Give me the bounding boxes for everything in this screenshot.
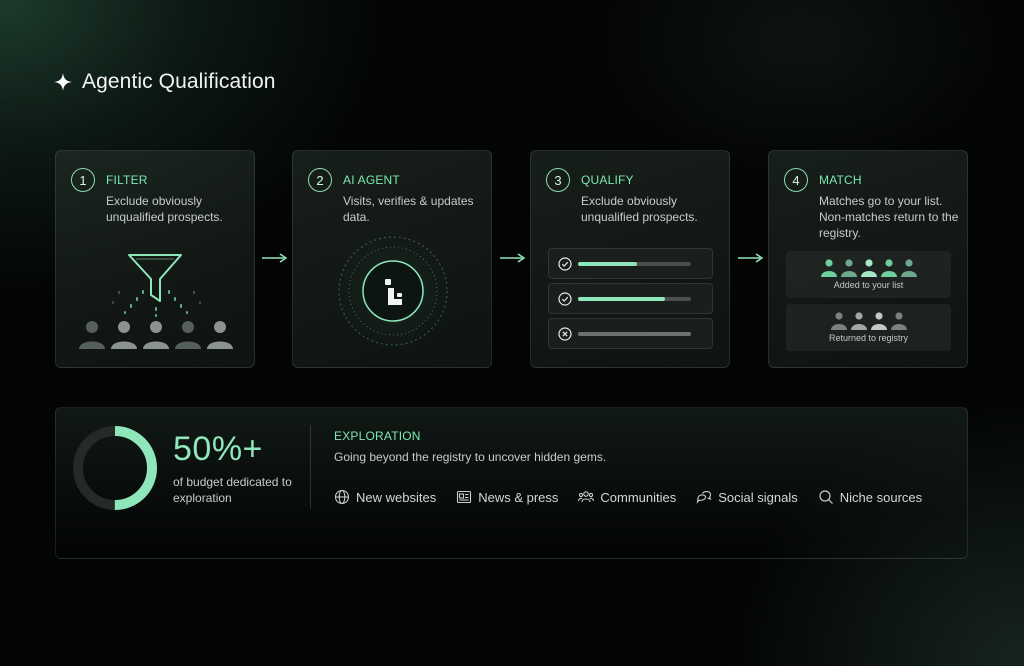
arrow-right-icon (262, 253, 288, 263)
source-list: New websites News & press Communities So… (334, 489, 922, 505)
sparkle-icon (54, 73, 72, 91)
added-to-list-box: Added to your list (786, 251, 951, 298)
people-row (79, 321, 233, 349)
qualify-row (548, 283, 713, 314)
stat-description: of budget dedicated to exploration (173, 475, 292, 505)
people-group-icon (831, 312, 907, 330)
funnel-illustration (79, 254, 233, 349)
step-card-qualify: 3 QUALIFY Exclude obviously unqualified … (530, 150, 730, 368)
step-number: 4 (784, 168, 808, 192)
exploration-label: EXPLORATION (334, 429, 421, 443)
people-group-icon (821, 259, 917, 277)
step-number: 3 (546, 168, 570, 192)
divider (310, 425, 311, 509)
qualify-row (548, 318, 713, 349)
source-label: New websites (356, 489, 437, 505)
step-label: MATCH (819, 173, 862, 187)
chat-bubbles-icon (696, 491, 712, 504)
newspaper-icon (457, 490, 472, 504)
arrow-right-icon (500, 253, 526, 263)
step-description: Exclude obviously unqualified prospects. (581, 194, 698, 224)
added-label: Added to your list (833, 280, 904, 290)
source-social-signals: Social signals (696, 489, 798, 505)
filter-drops (112, 290, 201, 317)
step-label: QUALIFY (581, 173, 634, 187)
arrow-right-icon (738, 253, 764, 263)
exploration-panel: 50%+ of budget dedicated to exploration … (55, 407, 968, 559)
source-niche-sources: Niche sources (818, 489, 922, 505)
source-new-websites: New websites (334, 489, 436, 505)
people-icon (578, 491, 595, 503)
search-icon (819, 490, 833, 504)
progress-fill (578, 297, 665, 301)
returned-to-registry-box: Returned to registry (786, 304, 951, 351)
x-icon (558, 327, 572, 341)
budget-donut (73, 426, 157, 510)
progress-bar (578, 262, 691, 266)
exploration-description: Going beyond the registry to uncover hid… (334, 450, 607, 464)
source-label: Communities (600, 489, 677, 505)
step-description: Matches go to your list. Non-matches ret… (819, 194, 959, 240)
step-card-ai-agent: 2 AI AGENT Visits, verifies & updates da… (292, 150, 492, 368)
funnel-icon (128, 254, 182, 302)
progress-fill (578, 332, 691, 336)
returned-label: Returned to registry (828, 333, 909, 343)
source-news-press: News & press (456, 489, 558, 505)
source-label: News & press (478, 489, 559, 505)
progress-bar (578, 332, 691, 336)
progress-fill (578, 262, 637, 266)
globe-icon (334, 489, 350, 505)
agent-illustration (331, 229, 455, 353)
page-title: Agentic Qualification (82, 70, 276, 93)
source-communities: Communities (578, 489, 676, 505)
check-icon (558, 292, 572, 306)
progress-bar (578, 297, 691, 301)
qualify-row (548, 248, 713, 279)
check-icon (558, 257, 572, 271)
stat-value: 50%+ (173, 430, 263, 468)
source-label: Niche sources (839, 489, 923, 505)
step-card-match: 4 MATCH Matches go to your list. Non-mat… (768, 150, 968, 368)
source-label: Social signals (718, 489, 798, 505)
header: Agentic Qualification (54, 70, 276, 94)
step-card-filter: 1 FILTER Exclude obviously unqualified p… (55, 150, 255, 368)
